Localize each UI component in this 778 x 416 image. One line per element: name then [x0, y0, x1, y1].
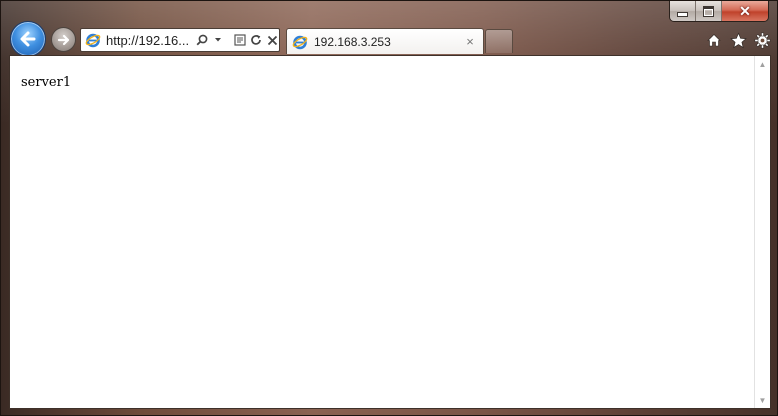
maximize-icon — [703, 5, 714, 17]
minimize-button[interactable] — [670, 1, 696, 21]
forward-arrow-icon — [57, 34, 69, 45]
browser-window: ✕ http://192.16... 192.168.3.253 × serve… — [0, 0, 778, 416]
close-icon: ✕ — [739, 3, 751, 19]
minimize-icon — [677, 11, 688, 17]
new-tab-button[interactable] — [485, 29, 513, 53]
back-arrow-icon — [20, 31, 36, 47]
refresh-icon[interactable] — [249, 31, 263, 49]
scroll-up-icon[interactable]: ▲ — [755, 56, 770, 72]
address-bar[interactable]: http://192.16... — [80, 28, 280, 52]
forward-button[interactable] — [51, 27, 76, 52]
favorites-star-icon — [729, 31, 747, 48]
tab-title: 192.168.3.253 — [314, 34, 391, 49]
address-tools — [195, 31, 279, 49]
compatibility-view-icon[interactable] — [233, 31, 247, 49]
favorites-button[interactable] — [728, 30, 748, 50]
window-caption-buttons: ✕ — [669, 1, 769, 22]
page-body-text: server1 — [21, 75, 72, 90]
home-button[interactable] — [704, 30, 724, 50]
tools-button[interactable] — [752, 30, 772, 50]
tab-close-icon[interactable]: × — [462, 34, 478, 49]
browser-tab[interactable]: 192.168.3.253 × — [286, 28, 484, 54]
home-icon — [707, 34, 721, 47]
page-viewport[interactable]: server1 ▲ ▼ — [9, 55, 771, 409]
dropdown-icon[interactable] — [211, 31, 225, 49]
ie-logo-icon — [292, 35, 308, 49]
scroll-down-icon[interactable]: ▼ — [755, 392, 770, 408]
back-button[interactable] — [10, 21, 46, 57]
address-text[interactable]: http://192.16... — [106, 33, 189, 48]
vertical-scrollbar[interactable]: ▲ ▼ — [754, 56, 770, 408]
tools-gear-icon — [754, 32, 770, 48]
ie-logo-icon — [85, 33, 101, 48]
close-window-button[interactable]: ✕ — [722, 1, 768, 21]
stop-icon[interactable] — [265, 31, 279, 49]
search-icon[interactable] — [195, 31, 209, 49]
maximize-button[interactable] — [696, 1, 722, 21]
